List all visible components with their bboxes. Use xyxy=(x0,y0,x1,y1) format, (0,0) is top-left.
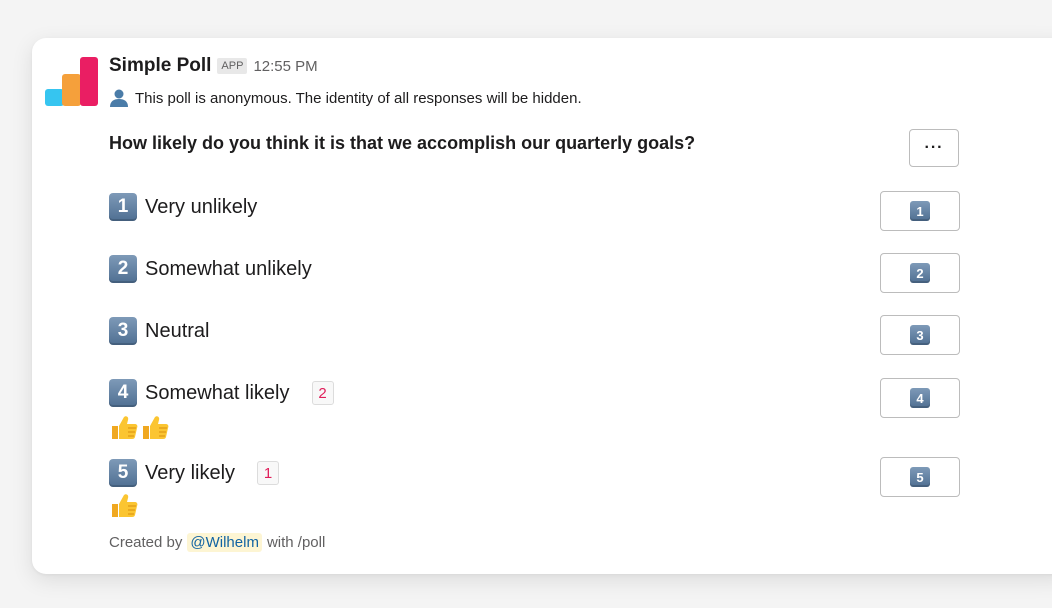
vote-count-badge: 2 xyxy=(311,381,334,405)
option-label: Very likely xyxy=(145,461,236,484)
option-label: Neutral xyxy=(145,319,210,342)
poll-option-3: 3 Neutral xyxy=(109,317,209,345)
vote-button-1[interactable]: 1 xyxy=(880,191,960,231)
app-badge: APP xyxy=(217,58,248,74)
thumbs-up-icon xyxy=(112,416,138,439)
number-1-icon: 1 xyxy=(109,193,137,221)
number-3-icon: 3 xyxy=(109,317,137,345)
vote-button-3[interactable]: 3 xyxy=(880,315,960,355)
number-1-icon: 1 xyxy=(910,201,930,221)
number-3-icon: 3 xyxy=(910,325,930,345)
option-label: Very unlikely xyxy=(145,195,258,218)
voter-reactions xyxy=(109,414,171,440)
footer-prefix: Created by xyxy=(109,534,183,551)
voter-reactions xyxy=(109,492,140,518)
vote-button-5[interactable]: 5 xyxy=(880,457,960,497)
timestamp[interactable]: 12:55 PM xyxy=(253,58,317,75)
number-2-icon: 2 xyxy=(109,255,137,283)
app-name[interactable]: Simple Poll xyxy=(109,55,211,77)
number-5-icon: 5 xyxy=(109,459,137,487)
thumbs-up-icon xyxy=(143,416,169,439)
logo-bar-orange xyxy=(62,74,81,106)
logo-bar-pink xyxy=(80,57,98,106)
number-5-icon: 5 xyxy=(910,467,930,487)
poll-option-4: 4 Somewhat likely 2 xyxy=(109,379,334,407)
user-mention[interactable]: @Wilhelm xyxy=(187,533,262,552)
thumbs-up-icon xyxy=(112,494,138,517)
number-4-icon: 4 xyxy=(910,388,930,408)
footer-suffix: with /poll xyxy=(266,534,326,551)
poll-footer: Created by @Wilhelm with /poll xyxy=(109,533,325,552)
vote-button-4[interactable]: 4 xyxy=(880,378,960,418)
anonymous-notice-text: This poll is anonymous. The identity of … xyxy=(135,89,582,107)
vote-count-badge: 1 xyxy=(257,461,280,485)
option-label: Somewhat unlikely xyxy=(145,257,312,280)
poll-option-5: 5 Very likely 1 xyxy=(109,459,280,487)
more-actions-button[interactable]: ··· xyxy=(909,129,959,167)
poll-option-2: 2 Somewhat unlikely xyxy=(109,255,312,283)
person-icon xyxy=(110,89,128,107)
poll-option-1: 1 Very unlikely xyxy=(109,193,257,221)
anonymous-notice: This poll is anonymous. The identity of … xyxy=(109,88,582,108)
simple-poll-logo[interactable] xyxy=(45,56,98,108)
number-4-icon: 4 xyxy=(109,379,137,407)
number-2-icon: 2 xyxy=(910,263,930,283)
message-header: Simple Poll APP 12:55 PM xyxy=(109,55,318,77)
option-label: Somewhat likely xyxy=(145,381,290,404)
vote-button-2[interactable]: 2 xyxy=(880,253,960,293)
poll-question: How likely do you think it is that we ac… xyxy=(109,133,696,153)
